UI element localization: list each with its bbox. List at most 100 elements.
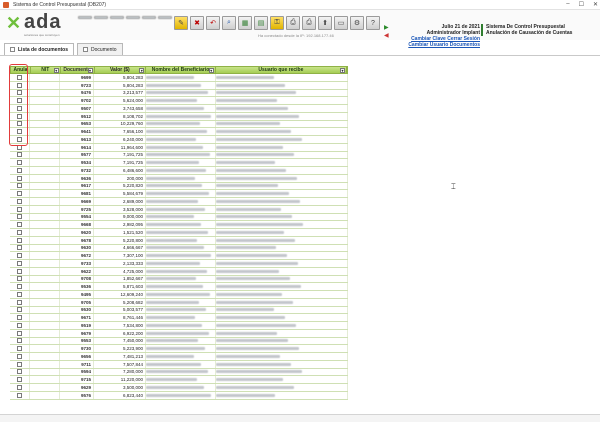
anula-checkbox[interactable] bbox=[17, 346, 22, 352]
anula-checkbox[interactable] bbox=[17, 392, 22, 398]
anula-checkbox[interactable] bbox=[17, 253, 22, 259]
export-button[interactable]: ⬆ bbox=[318, 16, 332, 30]
table-row[interactable]: 9495 12,609,240 bbox=[10, 291, 348, 299]
anula-checkbox[interactable] bbox=[17, 361, 22, 367]
table-row[interactable]: 9629 3,500,000 bbox=[10, 384, 348, 392]
anula-checkbox[interactable] bbox=[17, 353, 22, 359]
anula-checkbox[interactable] bbox=[17, 198, 22, 204]
table-row[interactable]: 9530 5,003,577 bbox=[10, 306, 348, 315]
anula-checkbox[interactable] bbox=[17, 167, 22, 173]
anula-checkbox[interactable] bbox=[17, 260, 22, 266]
table-row[interactable]: 9733 2,133,333 bbox=[10, 260, 348, 268]
table-row[interactable]: 9519 7,534,800 bbox=[10, 322, 348, 330]
col-valor[interactable]: Valor ($) ▾ bbox=[95, 67, 147, 73]
anula-checkbox[interactable] bbox=[17, 377, 22, 383]
close-button[interactable]: ✕ bbox=[593, 1, 598, 8]
delete-button[interactable]: ✖ bbox=[190, 16, 204, 30]
table-row[interactable]: 9678 5,220,800 bbox=[10, 236, 348, 245]
anula-checkbox[interactable] bbox=[17, 338, 22, 344]
anula-checkbox[interactable] bbox=[17, 229, 22, 235]
table-row[interactable]: 9672 7,307,100 bbox=[10, 252, 348, 260]
prev-arrow-icon[interactable]: ◀ bbox=[384, 32, 389, 39]
anula-checkbox[interactable] bbox=[17, 307, 22, 313]
table-row[interactable]: 9681 5,584,679 bbox=[10, 190, 348, 198]
search-button[interactable]: ⌕ bbox=[222, 16, 236, 30]
filter-dropdown-icon[interactable]: ▾ bbox=[53, 68, 59, 73]
filter-dropdown-icon[interactable]: ▾ bbox=[139, 68, 145, 73]
table-row[interactable]: 9711 7,507,844 bbox=[10, 360, 348, 369]
help-button[interactable]: ? bbox=[366, 16, 380, 30]
table-row[interactable]: 9507 3,743,658 bbox=[10, 105, 348, 113]
blurred-btn-1[interactable] bbox=[78, 16, 92, 19]
blurred-btn-6[interactable] bbox=[158, 16, 172, 19]
filter-dropdown-icon[interactable]: ▾ bbox=[208, 68, 214, 73]
table-row[interactable]: 9620 1,521,520 bbox=[10, 229, 348, 237]
blurred-btn-3[interactable] bbox=[110, 16, 124, 19]
table-row[interactable]: 9594 7,280,000 bbox=[10, 368, 348, 377]
maximize-button[interactable]: ☐ bbox=[579, 1, 584, 8]
table-row[interactable]: 9641 7,656,100 bbox=[10, 128, 348, 136]
folder-button[interactable]: ▭ bbox=[334, 16, 348, 30]
anula-checkbox[interactable] bbox=[17, 322, 22, 328]
blurred-btn-5[interactable] bbox=[142, 16, 156, 19]
table-row[interactable]: 9715 11,220,000 bbox=[10, 376, 348, 384]
table-row[interactable]: 9614 11,964,600 bbox=[10, 143, 348, 152]
minimize-button[interactable]: – bbox=[566, 1, 569, 8]
table-row[interactable]: 9613 6,240,000 bbox=[10, 136, 348, 144]
table-row[interactable]: 9576 6,823,440 bbox=[10, 391, 348, 400]
table-row[interactable]: 9534 7,191,725 bbox=[10, 159, 348, 167]
table-row[interactable]: 9512 8,108,702 bbox=[10, 112, 348, 121]
col-nit[interactable]: NIT ▾ bbox=[31, 67, 61, 73]
col-beneficiario[interactable]: Nombre del Beneficiario ▾ bbox=[146, 67, 216, 73]
table-row[interactable]: 9630 4,666,667 bbox=[10, 244, 348, 253]
anula-checkbox[interactable] bbox=[17, 160, 22, 166]
table-row[interactable]: 9730 5,223,900 bbox=[10, 345, 348, 353]
print-preview-button[interactable]: ⎙ bbox=[302, 16, 316, 30]
anula-checkbox[interactable] bbox=[17, 369, 22, 375]
table-row[interactable]: 9617 5,220,820 bbox=[10, 182, 348, 191]
anula-checkbox[interactable] bbox=[17, 222, 22, 228]
chart-button[interactable]: ▤ bbox=[254, 16, 268, 30]
blurred-btn-2[interactable] bbox=[94, 16, 108, 19]
table-row[interactable]: 9636 200,000 bbox=[10, 174, 348, 183]
lock-button[interactable]: ⚿ bbox=[270, 16, 284, 30]
col-documento[interactable]: Documento ▾ bbox=[61, 67, 95, 73]
table-row[interactable]: 9553 7,450,000 bbox=[10, 337, 348, 346]
anula-checkbox[interactable] bbox=[17, 191, 22, 197]
table-row[interactable]: 9679 6,922,200 bbox=[10, 329, 348, 338]
tab-documento[interactable]: Documento bbox=[77, 43, 123, 55]
settings-button[interactable]: ⚙ bbox=[350, 16, 364, 30]
filter-dropdown-icon[interactable]: ▾ bbox=[339, 68, 345, 73]
anula-checkbox[interactable] bbox=[17, 315, 22, 321]
table-row[interactable]: 9668 2,982,095 bbox=[10, 221, 348, 229]
table-row[interactable]: 9669 2,689,000 bbox=[10, 198, 348, 206]
anula-checkbox[interactable] bbox=[17, 152, 22, 158]
anula-checkbox[interactable] bbox=[17, 284, 22, 290]
table-row[interactable]: 9708 1,852,667 bbox=[10, 275, 348, 284]
anula-checkbox[interactable] bbox=[17, 291, 22, 297]
table-row[interactable]: 9653 10,229,760 bbox=[10, 120, 348, 129]
edit-button[interactable]: ✎ bbox=[174, 16, 188, 30]
col-usuario[interactable]: Usuario que recibe ▾ bbox=[216, 67, 347, 73]
table-row[interactable]: 9476 3,213,577 bbox=[10, 89, 348, 98]
table-row[interactable]: 9705 5,208,682 bbox=[10, 298, 348, 307]
change-user-link[interactable]: Cambiar Usuario Documentos bbox=[396, 42, 480, 48]
tab-lista-documentos[interactable]: Lista de documentos bbox=[4, 43, 75, 55]
anula-checkbox[interactable] bbox=[17, 245, 22, 251]
table-row[interactable]: 9702 5,624,000 bbox=[10, 97, 348, 105]
filter-dropdown-icon[interactable]: ▾ bbox=[87, 68, 93, 73]
anula-checkbox[interactable] bbox=[17, 214, 22, 220]
table-row[interactable]: 9536 5,871,603 bbox=[10, 283, 348, 291]
table-row[interactable]: 9671 8,761,446 bbox=[10, 314, 348, 322]
anula-checkbox[interactable] bbox=[17, 299, 22, 305]
next-arrow-icon[interactable]: ▶ bbox=[384, 24, 389, 31]
print-button[interactable]: ⎙ bbox=[286, 16, 300, 30]
table-row[interactable]: 9732 6,486,600 bbox=[10, 167, 348, 175]
anula-checkbox[interactable] bbox=[17, 330, 22, 336]
anula-checkbox[interactable] bbox=[17, 384, 22, 390]
blurred-btn-4[interactable] bbox=[126, 16, 140, 19]
anula-checkbox[interactable] bbox=[17, 175, 22, 181]
table-row[interactable]: 9699 5,804,283 bbox=[10, 74, 348, 82]
anula-checkbox[interactable] bbox=[17, 237, 22, 243]
anula-checkbox[interactable] bbox=[17, 206, 22, 212]
